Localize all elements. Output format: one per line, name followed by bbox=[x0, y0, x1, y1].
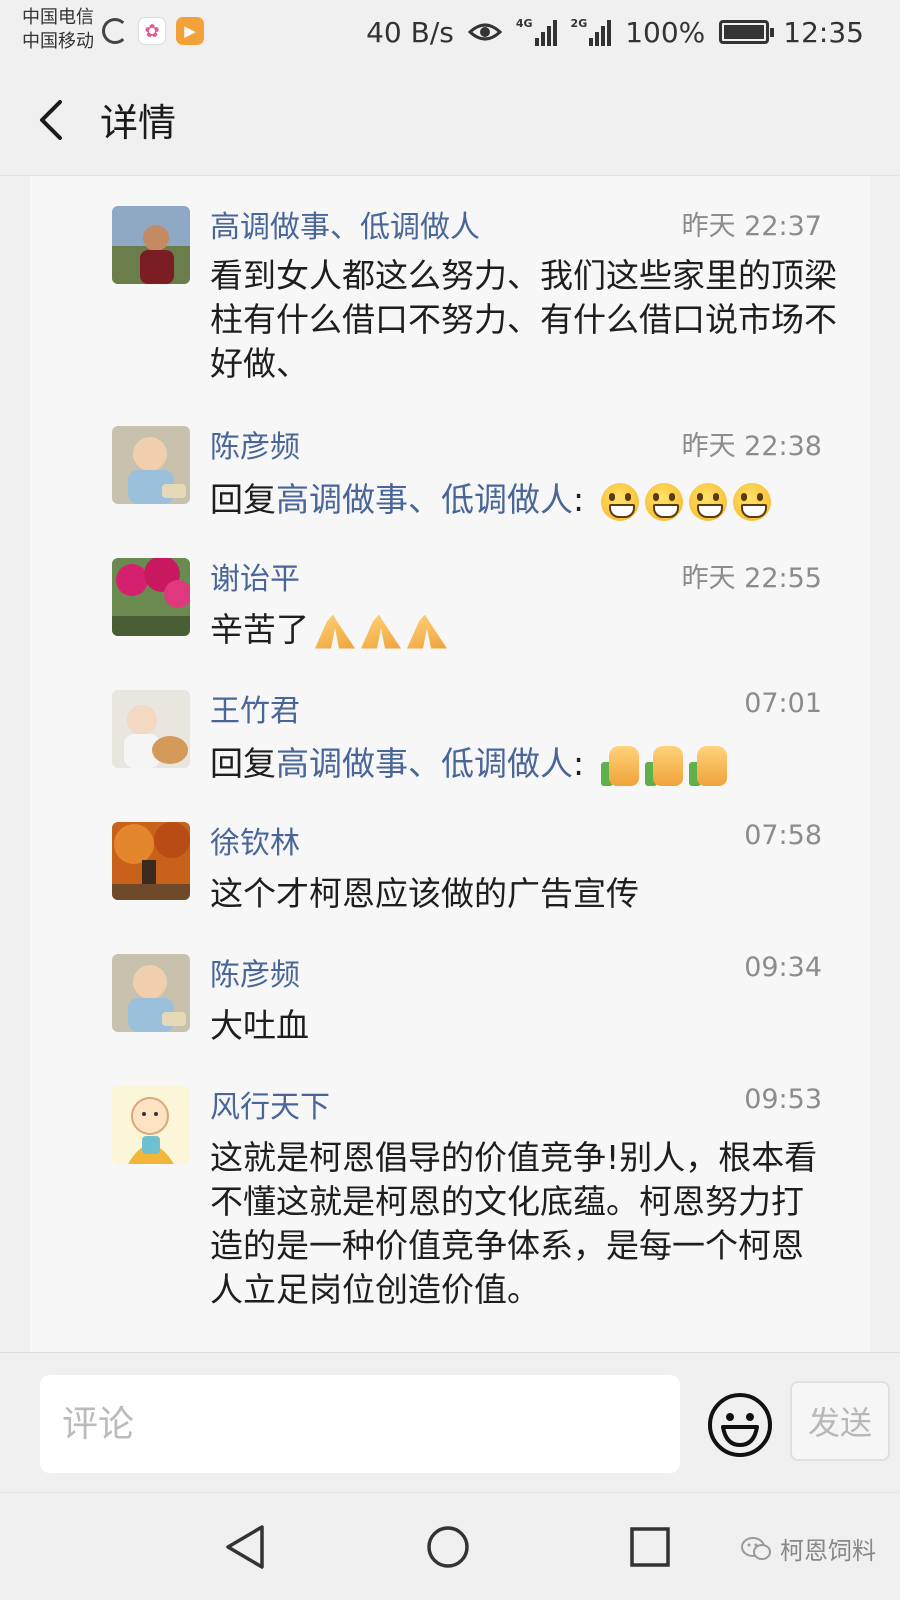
comment-text-body: 辛苦了 bbox=[210, 610, 309, 649]
comment-time: 07:01 bbox=[744, 688, 822, 719]
comment-text: 回复高调做事、低调做人: bbox=[210, 478, 850, 522]
comment-time: 07:58 bbox=[744, 820, 822, 851]
battery-percent: 100% bbox=[625, 15, 706, 49]
commenter-name[interactable]: 高调做事、低调做人 bbox=[210, 202, 480, 246]
avatar[interactable] bbox=[112, 426, 190, 504]
avatar[interactable] bbox=[112, 1086, 190, 1164]
thumbs-up-icon bbox=[688, 745, 727, 786]
carrier-1: 中国电信 bbox=[22, 7, 94, 28]
commenter-name[interactable]: 陈彦频 bbox=[210, 950, 300, 994]
reply-target-name[interactable]: 高调做事、低调做人 bbox=[276, 480, 573, 519]
watermark: 柯恩饲料 bbox=[740, 1531, 876, 1566]
nav-recents-icon[interactable] bbox=[622, 1519, 678, 1575]
status-indicators: 40 B/s 4G 2G 100% 12:35 bbox=[366, 12, 864, 52]
sync-ring-icon bbox=[102, 18, 128, 44]
comment-time: 昨天 22:55 bbox=[681, 563, 822, 594]
praying-hands-icon bbox=[361, 614, 401, 649]
network-speed: 40 B/s bbox=[366, 15, 454, 49]
comment-input-bar: 发送 bbox=[0, 1352, 900, 1492]
status-bar: 中国电信 中国移动 ✿ ▶ 40 B/s 4G 2G 100% 12:35 bbox=[0, 0, 900, 64]
back-arrow-icon[interactable] bbox=[34, 98, 68, 142]
page-title: 详情 bbox=[100, 101, 177, 145]
comment-time: 昨天 22:37 bbox=[681, 211, 822, 242]
commenter-name[interactable]: 谢诒平 bbox=[210, 554, 300, 598]
grinning-face-icon bbox=[644, 482, 683, 521]
nav-back-icon[interactable] bbox=[218, 1519, 274, 1575]
comment-text: 这就是柯恩倡导的价值竞争!别人，根本看不懂这就是柯恩的文化底蕴。柯恩努力打造的是… bbox=[210, 1138, 818, 1309]
commenter-name[interactable]: 陈彦频 bbox=[210, 422, 300, 466]
signal-2g-icon: 2G bbox=[571, 18, 612, 46]
thumbs-up-icon bbox=[600, 745, 639, 786]
reply-colon: : bbox=[573, 744, 585, 783]
comment-list[interactable]: 高调做事、低调做人 昨天 22:37 看到女人都这么努力、我们这些家里的顶梁柱有… bbox=[30, 176, 870, 1352]
watermark-text: 柯恩饲料 bbox=[780, 1537, 876, 1565]
clock: 12:35 bbox=[783, 15, 864, 49]
video-app-icon: ▶ bbox=[176, 17, 204, 45]
comment-text: 大吐血 bbox=[210, 1006, 309, 1045]
grinning-face-icon bbox=[600, 482, 639, 521]
comment-time: 09:53 bbox=[744, 1084, 822, 1115]
notification-icons: ✿ ▶ bbox=[102, 16, 204, 46]
comment-input[interactable] bbox=[40, 1375, 680, 1473]
header: 详情 bbox=[0, 64, 900, 176]
carrier-2: 中国移动 bbox=[22, 31, 94, 52]
battery-icon bbox=[719, 20, 775, 44]
praying-hands-icon bbox=[315, 614, 355, 649]
avatar[interactable] bbox=[112, 206, 190, 284]
comment-time: 09:34 bbox=[744, 952, 822, 983]
signal-4g-icon: 4G bbox=[516, 18, 557, 46]
photos-app-icon: ✿ bbox=[138, 17, 166, 45]
praying-hands-icon bbox=[407, 614, 447, 649]
commenter-name[interactable]: 王竹君 bbox=[210, 686, 300, 730]
wechat-logo-icon bbox=[741, 1536, 771, 1560]
grinning-face-icon bbox=[688, 482, 727, 521]
reply-prefix: 回复 bbox=[210, 744, 276, 783]
thumbs-up-icon bbox=[644, 745, 683, 786]
commenter-name[interactable]: 徐钦林 bbox=[210, 818, 300, 862]
comment-text: 辛苦了 bbox=[210, 608, 850, 652]
send-button[interactable]: 发送 bbox=[790, 1381, 890, 1461]
nav-home-icon[interactable] bbox=[420, 1519, 476, 1575]
eye-comfort-icon bbox=[467, 23, 502, 41]
avatar[interactable] bbox=[112, 822, 190, 900]
avatar[interactable] bbox=[112, 690, 190, 768]
reply-prefix: 回复 bbox=[210, 480, 276, 519]
smiley-icon bbox=[708, 1393, 772, 1457]
avatar[interactable] bbox=[112, 954, 190, 1032]
comment-text: 回复高调做事、低调做人: bbox=[210, 742, 850, 786]
grinning-face-icon bbox=[732, 482, 771, 521]
system-nav-bar: 柯恩饲料 bbox=[0, 1492, 900, 1600]
avatar[interactable] bbox=[112, 558, 190, 636]
commenter-name[interactable]: 风行天下 bbox=[210, 1082, 330, 1126]
comment-time: 昨天 22:38 bbox=[681, 431, 822, 462]
carrier-info: 中国电信 中国移动 bbox=[22, 6, 94, 54]
comment-text: 这个才柯恩应该做的广告宣传 bbox=[210, 874, 639, 913]
comment-text: 看到女人都这么努力、我们这些家里的顶梁柱有什么借口不努力、有什么借口说市场不好做… bbox=[210, 256, 837, 383]
emoji-button[interactable] bbox=[706, 1391, 774, 1459]
reply-target-name[interactable]: 高调做事、低调做人 bbox=[276, 744, 573, 783]
reply-colon: : bbox=[573, 480, 585, 519]
